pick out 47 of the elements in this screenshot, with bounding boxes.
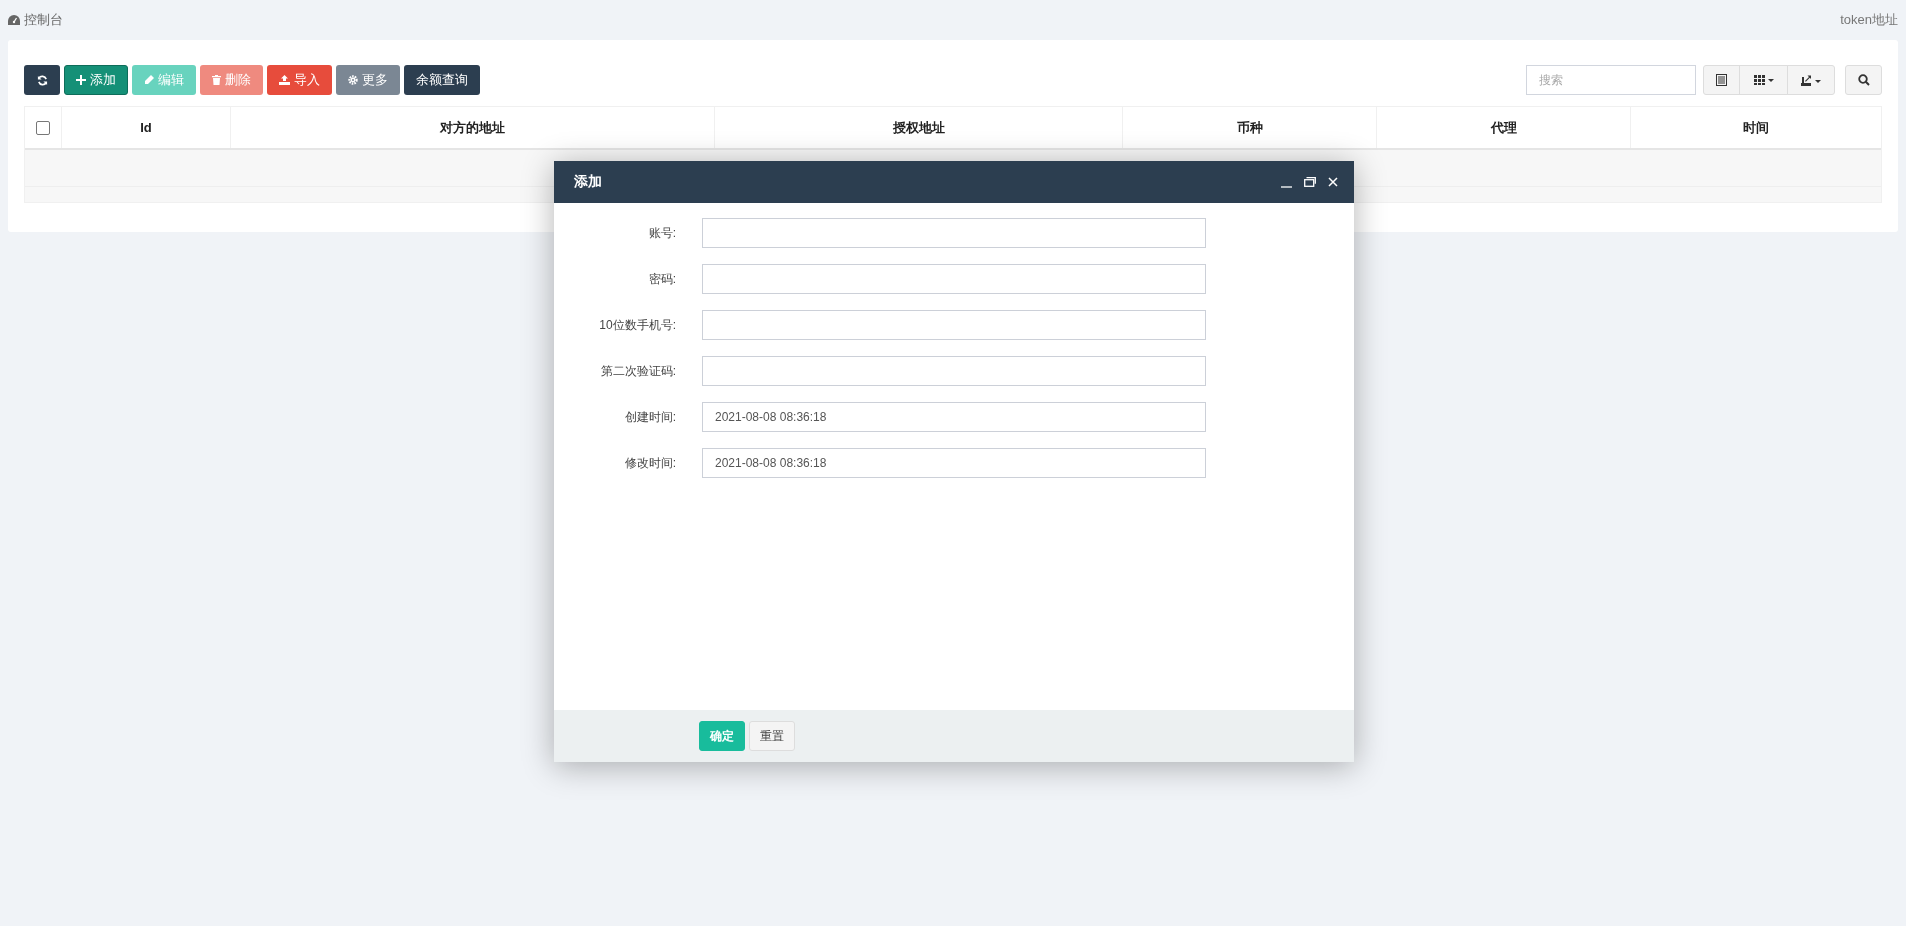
field-label: 账号: — [647, 224, 676, 242]
reset-button[interactable]: 重置 — [749, 721, 795, 751]
search-icon — [1857, 74, 1870, 86]
field-label: 密码: — [647, 270, 676, 288]
field-label: 创建时间: — [623, 408, 676, 426]
columns-button[interactable] — [1739, 65, 1788, 95]
close-icon[interactable] — [1328, 177, 1338, 187]
input-field[interactable] — [702, 218, 1206, 248]
plus-icon — [76, 75, 86, 85]
input-field[interactable]: 2021-08-08 08:36:18 — [702, 448, 1206, 478]
column-header: Id — [61, 107, 230, 148]
dashboard-icon — [8, 15, 20, 25]
search-field[interactable]: 搜索 — [1526, 65, 1696, 95]
field-label: 第二次验证码: — [599, 362, 676, 380]
export-icon — [1801, 74, 1821, 86]
input-field[interactable] — [702, 356, 1206, 386]
gear-icon — [348, 75, 358, 85]
field-label: 10位数手机号: — [598, 316, 676, 334]
trash-icon — [212, 75, 221, 85]
column-header: 时间 — [1630, 107, 1881, 148]
list-icon — [1716, 74, 1727, 86]
toolbar-button[interactable]: 添加 — [64, 65, 128, 95]
column-header: 授权地址 — [714, 107, 1122, 148]
column-header: 对方的地址 — [230, 107, 714, 148]
maximize-icon[interactable] — [1304, 177, 1316, 187]
token-address-link[interactable]: token地址 — [1840, 11, 1898, 29]
refresh-icon — [36, 74, 48, 86]
refresh-button[interactable] — [24, 65, 60, 95]
dialog-title: 添加 — [574, 173, 602, 191]
toolbar-button[interactable]: 余额查询 — [404, 65, 480, 95]
select-all-checkbox[interactable] — [36, 120, 50, 135]
input-field[interactable] — [702, 264, 1206, 294]
grid-icon — [1753, 75, 1774, 85]
input-field[interactable] — [702, 310, 1206, 340]
list-button[interactable] — [1703, 65, 1740, 95]
input-field[interactable]: 2021-08-08 08:36:18 — [702, 402, 1206, 432]
search-button[interactable] — [1845, 65, 1882, 95]
confirm-button[interactable]: 确定 — [699, 721, 745, 751]
field-label: 修改时间: — [623, 454, 676, 472]
column-header: 币种 — [1122, 107, 1376, 148]
breadcrumb-link[interactable]: 控制台 — [24, 11, 63, 29]
column-header: 代理 — [1376, 107, 1630, 148]
pencil-icon — [144, 75, 154, 85]
export-button[interactable] — [1787, 65, 1835, 95]
toolbar-button[interactable]: 更多 — [336, 65, 400, 95]
toolbar-button[interactable]: 导入 — [267, 65, 332, 95]
upload-icon — [279, 75, 290, 85]
